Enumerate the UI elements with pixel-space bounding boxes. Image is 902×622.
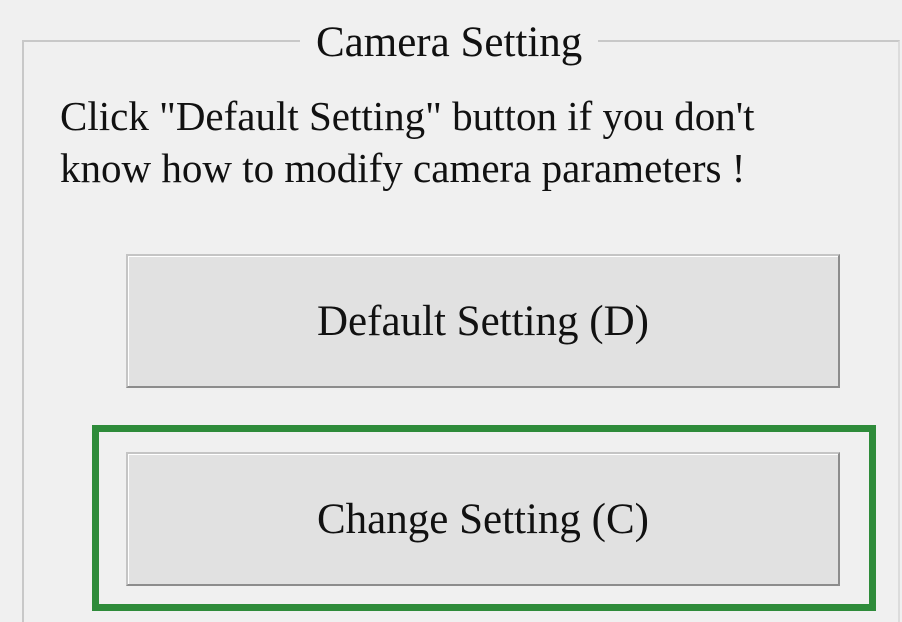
instruction-text: Click "Default Setting" button if you do… <box>60 90 890 194</box>
camera-setting-panel: Camera Setting Click "Default Setting" b… <box>0 0 902 622</box>
instruction-line-1: Click "Default Setting" button if you do… <box>60 93 755 139</box>
instruction-line-2: know how to modify camera parameters ! <box>60 145 746 191</box>
groupbox-title: Camera Setting <box>300 18 599 68</box>
change-setting-button[interactable]: Change Setting (C) <box>126 452 840 586</box>
default-setting-button[interactable]: Default Setting (D) <box>126 254 840 388</box>
